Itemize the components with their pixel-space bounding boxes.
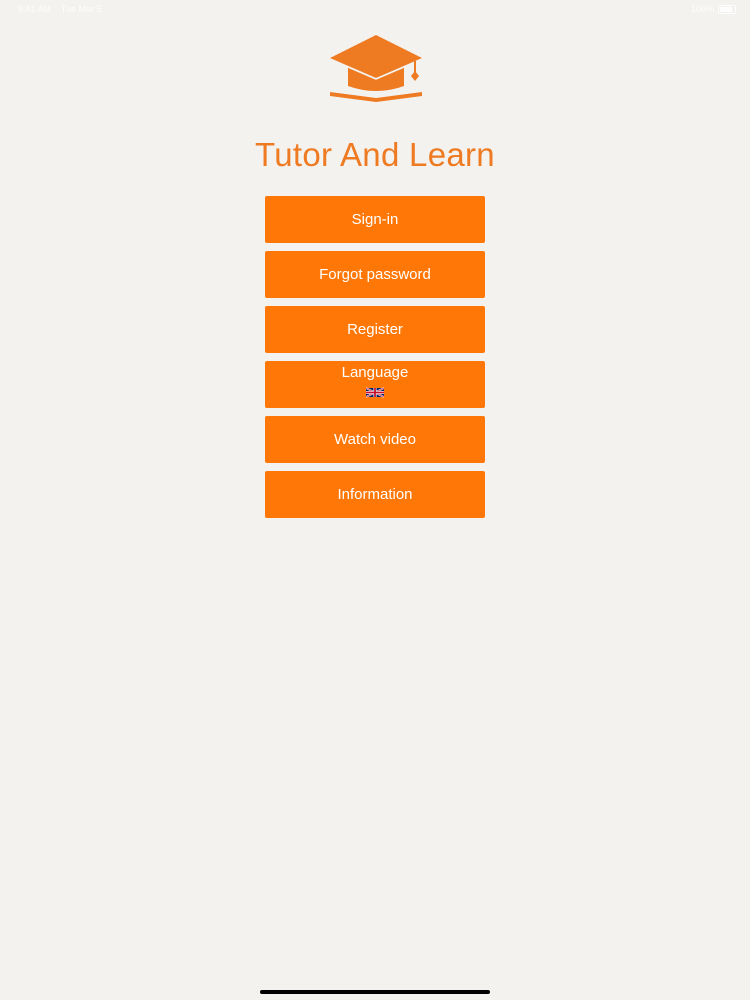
forgot-password-button[interactable]: Forgot password: [265, 251, 485, 298]
sign-in-button[interactable]: Sign-in: [265, 196, 485, 243]
information-button[interactable]: Information: [265, 471, 485, 518]
home-indicator[interactable]: [260, 990, 490, 994]
graduation-cap-icon: [330, 35, 422, 102]
status-bar: 9:41 AM Tue Mar 5 100%: [0, 0, 750, 18]
status-time: 9:41 AM: [18, 4, 52, 14]
status-date: Tue Mar 5: [60, 4, 102, 14]
main-menu: Sign-in Forgot password Register Languag…: [265, 196, 485, 526]
uk-flag-icon: [366, 387, 384, 398]
status-left: 9:41 AM Tue Mar 5: [18, 4, 102, 14]
watch-video-button[interactable]: Watch video: [265, 416, 485, 463]
status-right: 100%: [691, 4, 736, 14]
register-button[interactable]: Register: [265, 306, 485, 353]
language-button[interactable]: Language: [265, 361, 485, 408]
battery-icon: [718, 4, 736, 14]
app-title: Tutor And Learn: [255, 136, 495, 173]
battery-percent: 100%: [690, 4, 714, 14]
language-label: Language: [341, 364, 409, 381]
